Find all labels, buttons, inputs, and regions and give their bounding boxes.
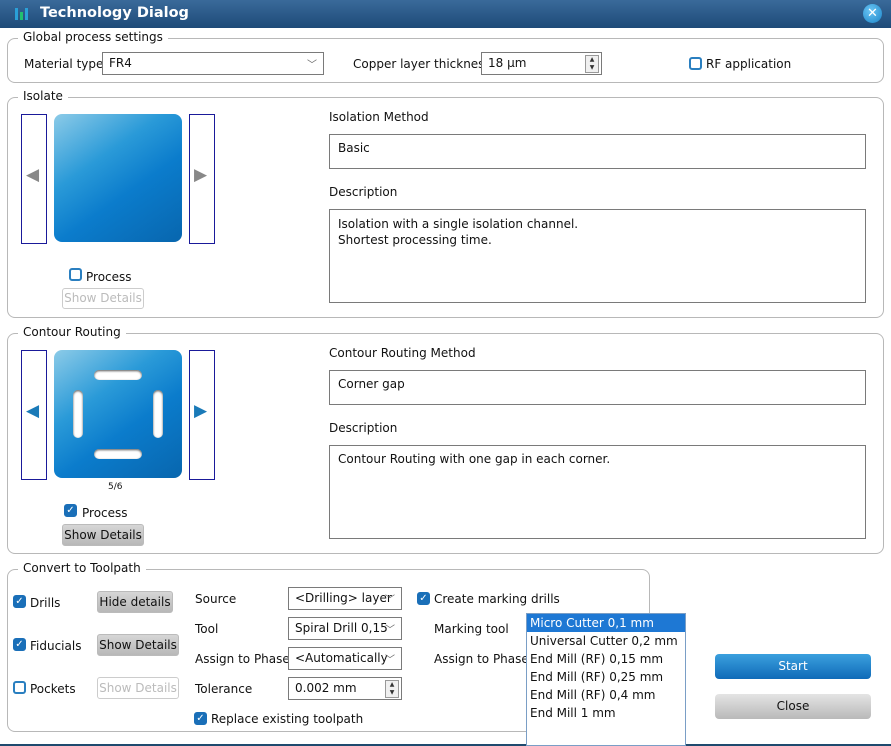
replace-toolpath-label: Replace existing toolpath xyxy=(211,712,364,726)
close-window-button[interactable]: ✕ xyxy=(863,4,882,23)
dropdown-option[interactable]: Universal Cutter 0,2 mm xyxy=(527,632,685,650)
spin-up-icon[interactable]: ▲ xyxy=(386,681,398,689)
tolerance-value: 0.002 mm xyxy=(295,681,357,695)
contour-process-label: Process xyxy=(82,506,128,520)
copper-thickness-spinner[interactable]: ▲ ▼ xyxy=(585,55,599,73)
material-type-label: Material type xyxy=(24,57,104,71)
close-button[interactable]: Close xyxy=(715,694,871,719)
create-marking-drills-label: Create marking drills xyxy=(434,592,560,606)
spin-up-icon[interactable]: ▲ xyxy=(586,56,598,64)
toolpath-legend: Convert to Toolpath xyxy=(18,561,146,575)
dropdown-option[interactable]: End Mill (RF) 0,4 mm xyxy=(527,686,685,704)
drills-checkbox[interactable]: ✓ xyxy=(13,595,26,608)
triangle-right-icon: ▶ xyxy=(194,165,208,185)
tolerance-input[interactable]: 0.002 mm ▲ ▼ xyxy=(288,677,402,700)
material-type-select[interactable]: FR4 ﹀ xyxy=(102,52,324,75)
triangle-right-icon: ▶ xyxy=(194,401,208,421)
fiducials-show-details-button[interactable]: Show Details xyxy=(97,634,179,656)
fiducials-label: Fiducials xyxy=(30,639,82,653)
drills-hide-details-button[interactable]: Hide details xyxy=(97,591,173,613)
isolation-method-field: Basic xyxy=(329,134,866,169)
source-value: <Drilling> layer xyxy=(295,591,392,605)
copper-thickness-value: 18 µm xyxy=(488,56,527,70)
triangle-left-icon: ◀ xyxy=(26,401,40,421)
chevron-down-icon: ﹀ xyxy=(307,60,317,71)
isolation-method-label: Isolation Method xyxy=(329,110,429,124)
marking-phase-label: Assign to Phase xyxy=(434,652,529,666)
phase-select[interactable]: <Automatically ﹀ xyxy=(288,647,402,670)
marking-tool-dropdown: Micro Cutter 0,1 mm Universal Cutter 0,2… xyxy=(526,613,686,746)
app-logo-icon xyxy=(15,8,28,20)
copper-thickness-label: Copper layer thickness xyxy=(353,57,491,71)
rf-application-label: RF application xyxy=(706,57,792,71)
isolate-description-field: Isolation with a single isolation channe… xyxy=(329,209,866,303)
pockets-show-details-button[interactable]: Show Details xyxy=(97,677,179,699)
title-bar: Technology Dialog ✕ xyxy=(0,0,891,28)
dropdown-option[interactable]: Micro Cutter 0,1 mm xyxy=(527,614,685,632)
isolate-description-label: Description xyxy=(329,185,398,199)
fiducials-checkbox[interactable]: ✓ xyxy=(13,638,26,651)
create-marking-drills-checkbox[interactable]: ✓ xyxy=(417,592,430,605)
isolate-description-line: Shortest processing time. xyxy=(338,233,492,247)
global-settings-legend: Global process settings xyxy=(18,30,168,44)
chevron-down-icon: ﹀ xyxy=(385,655,395,666)
contour-method-label: Contour Routing Method xyxy=(329,346,476,360)
tool-select[interactable]: Spiral Drill 0,15 ﹀ xyxy=(288,617,402,640)
dropdown-option[interactable]: End Mill (RF) 0,25 mm xyxy=(527,668,685,686)
triangle-left-icon: ◀ xyxy=(26,165,40,185)
pockets-label: Pockets xyxy=(30,682,76,696)
contour-process-checkbox[interactable]: ✓ xyxy=(64,504,77,517)
start-button[interactable]: Start xyxy=(715,654,871,679)
chevron-down-icon: ﹀ xyxy=(385,625,395,636)
isolate-description-line: Isolation with a single isolation channe… xyxy=(338,217,579,231)
contour-description-line: Contour Routing with one gap in each cor… xyxy=(338,452,611,466)
isolate-show-details-button[interactable]: Show Details xyxy=(62,288,144,309)
rf-application-checkbox[interactable] xyxy=(689,57,702,70)
contour-description-field: Contour Routing with one gap in each cor… xyxy=(329,445,866,539)
isolate-next-button[interactable]: ▶ xyxy=(189,114,215,244)
marking-tool-label: Marking tool xyxy=(434,622,509,636)
isolate-legend: Isolate xyxy=(18,89,68,103)
contour-description-label: Description xyxy=(329,421,398,435)
contour-show-details-button[interactable]: Show Details xyxy=(62,524,144,546)
contour-method-image xyxy=(54,350,182,478)
isolate-prev-button[interactable]: ◀ xyxy=(21,114,47,244)
contour-routing-legend: Contour Routing xyxy=(18,325,126,339)
spin-down-icon[interactable]: ▼ xyxy=(586,64,598,72)
spin-down-icon[interactable]: ▼ xyxy=(386,689,398,697)
dropdown-option[interactable]: End Mill (RF) 0,15 mm xyxy=(527,650,685,668)
tolerance-label: Tolerance xyxy=(195,682,253,696)
pockets-checkbox[interactable] xyxy=(13,681,26,694)
phase-label: Assign to Phase xyxy=(195,652,290,666)
contour-next-button[interactable]: ▶ xyxy=(189,350,215,480)
chevron-down-icon: ﹀ xyxy=(385,595,395,606)
close-icon: ✕ xyxy=(867,6,878,21)
tool-label: Tool xyxy=(195,622,219,636)
window-title: Technology Dialog xyxy=(40,5,189,21)
source-label: Source xyxy=(195,592,237,606)
material-type-value: FR4 xyxy=(109,56,132,70)
contour-prev-button[interactable]: ◀ xyxy=(21,350,47,480)
source-select[interactable]: <Drilling> layer ﹀ xyxy=(288,587,402,610)
tolerance-spinner[interactable]: ▲ ▼ xyxy=(385,680,399,698)
contour-page-indicator: 5/6 xyxy=(108,482,123,492)
replace-toolpath-checkbox[interactable]: ✓ xyxy=(194,712,207,725)
tool-value: Spiral Drill 0,15 xyxy=(295,621,388,635)
dropdown-option[interactable]: End Mill 1 mm xyxy=(527,704,685,722)
isolate-method-image xyxy=(54,114,182,242)
contour-method-field: Corner gap xyxy=(329,370,866,405)
copper-thickness-input[interactable]: 18 µm ▲ ▼ xyxy=(481,52,602,75)
phase-value: <Automatically xyxy=(295,651,388,665)
isolate-process-checkbox[interactable] xyxy=(69,268,82,281)
isolate-process-label: Process xyxy=(86,270,132,284)
drills-label: Drills xyxy=(30,596,61,610)
